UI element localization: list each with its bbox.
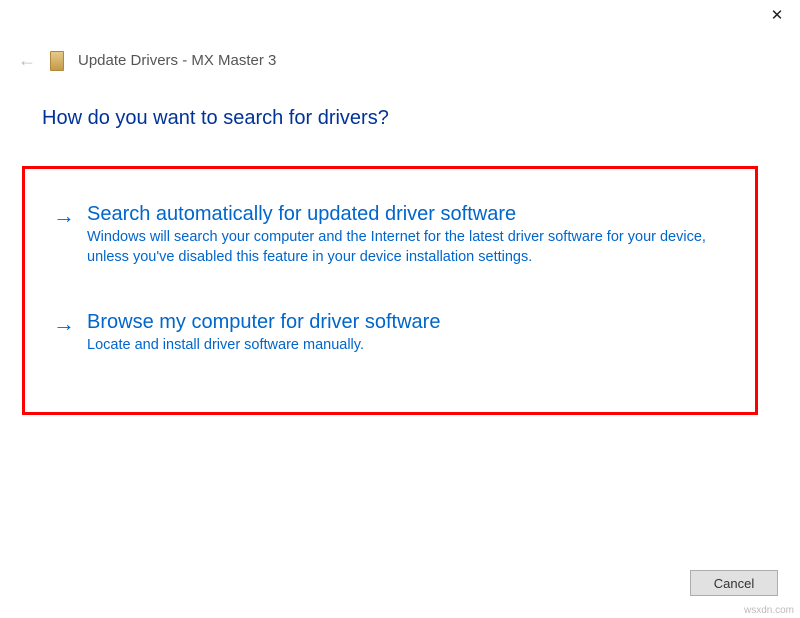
back-arrow-icon[interactable]: ← [18,50,36,71]
option-body: Search automatically for updated driver … [87,203,727,267]
wizard-header: ← Update Drivers - MX Master 3 [0,36,800,79]
titlebar: ✕ [0,0,800,36]
option-body: Browse my computer for driver software L… [87,311,727,356]
page-heading: How do you want to search for drivers? [42,107,758,130]
device-icon [50,51,64,71]
option-description: Windows will search your computer and th… [87,228,707,267]
option-title: Browse my computer for driver software [87,311,727,334]
option-browse-computer[interactable]: → Browse my computer for driver software… [53,311,727,356]
footer: Cancel [690,570,778,596]
option-group: → Search automatically for updated drive… [22,166,758,415]
close-button[interactable]: ✕ [754,0,800,30]
wizard-title: Update Drivers - MX Master 3 [78,52,276,69]
watermark: wsxdn.com [744,605,794,616]
option-description: Locate and install driver software manua… [87,336,707,356]
cancel-button[interactable]: Cancel [690,570,778,596]
content-area: How do you want to search for drivers? →… [0,79,800,415]
close-icon: ✕ [771,6,784,24]
arrow-right-icon: → [53,313,75,356]
option-title: Search automatically for updated driver … [87,203,727,226]
arrow-right-icon: → [53,205,75,267]
option-search-automatically[interactable]: → Search automatically for updated drive… [53,203,727,267]
